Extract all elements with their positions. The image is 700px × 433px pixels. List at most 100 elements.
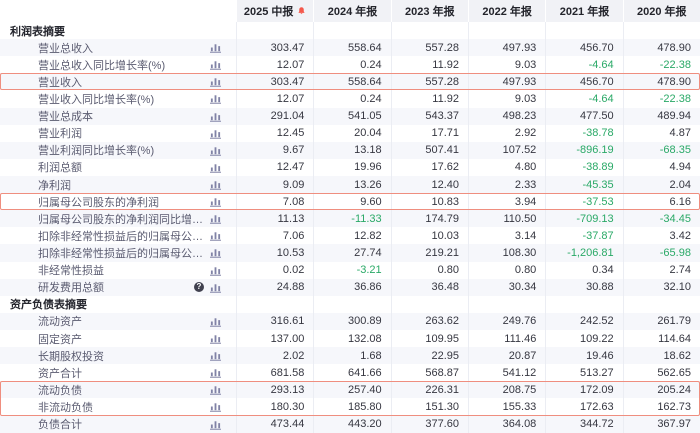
value-cell: 22.95 — [391, 347, 468, 364]
bar-chart-icon[interactable] — [210, 93, 221, 104]
bar-chart-icon[interactable] — [210, 265, 221, 276]
value-cell: 557.28 — [391, 73, 468, 90]
value-cell: 17.62 — [391, 159, 468, 176]
table-row: 流动资产316.61300.89263.62249.76242.52261.79 — [0, 313, 700, 330]
value-cell: 0.80 — [468, 262, 545, 279]
value-cell: 30.88 — [545, 279, 622, 296]
row-label: 扣除非经常性损益后的归属母公司股东净利润 — [38, 228, 204, 244]
row-label: 研发费用总额 — [38, 279, 104, 295]
value-cell: 219.21 — [391, 244, 468, 261]
value-cell: 477.50 — [545, 108, 622, 125]
value-cell: 4.94 — [623, 159, 700, 176]
value-cell: 456.70 — [545, 39, 622, 56]
help-icon[interactable]: ? — [194, 282, 204, 292]
bar-chart-icon[interactable] — [210, 111, 221, 122]
row-icons — [210, 196, 221, 207]
row-label-cell: 扣除非经常性损益后的归属母公司股东净利润同比增... — [0, 244, 236, 261]
value-cell: 180.30 — [236, 398, 313, 415]
value-cell: 558.64 — [313, 39, 390, 56]
bar-chart-icon[interactable] — [210, 42, 221, 53]
value-cell: -22.38 — [623, 90, 700, 107]
value-cell: 1.68 — [313, 347, 390, 364]
value-cell: 543.37 — [391, 108, 468, 125]
table-row: 负债合计473.44443.20377.60364.08344.72367.97 — [0, 416, 700, 433]
row-icons — [210, 316, 221, 327]
value-cell: 107.52 — [468, 142, 545, 159]
section-title: 资产负债表摘要 — [10, 296, 87, 312]
table-row: 营业利润同比增长率(%)9.6713.18507.41107.52-896.19… — [0, 142, 700, 159]
table-row: 营业收入303.47558.64557.28497.93456.70478.90 — [0, 73, 700, 90]
value-cell: 456.70 — [545, 73, 622, 90]
table-row: 营业利润12.4520.0417.712.92-38.784.87 — [0, 125, 700, 142]
value-cell: 20.04 — [313, 125, 390, 142]
section-header-row: 利润表摘要 — [0, 22, 700, 39]
value-cell: -45.35 — [545, 176, 622, 193]
value-cell: 2.02 — [236, 347, 313, 364]
value-cell: -709.13 — [545, 210, 622, 227]
bar-chart-icon[interactable] — [210, 384, 221, 395]
value-cell: 174.79 — [391, 210, 468, 227]
value-cell: 172.63 — [545, 398, 622, 415]
bar-chart-icon[interactable] — [210, 128, 221, 139]
value-cell: 473.44 — [236, 416, 313, 433]
bar-chart-icon[interactable] — [210, 230, 221, 241]
bar-chart-icon[interactable] — [210, 350, 221, 361]
value-cell: 293.13 — [236, 381, 313, 398]
bar-chart-icon[interactable] — [210, 282, 221, 293]
row-icons — [210, 179, 221, 190]
bar-chart-icon[interactable] — [210, 419, 221, 430]
value-cell: 18.62 — [623, 347, 700, 364]
value-cell: 19.46 — [545, 347, 622, 364]
value-cell: 364.08 — [468, 416, 545, 433]
bar-chart-icon[interactable] — [210, 59, 221, 70]
bar-chart-icon[interactable] — [210, 333, 221, 344]
empty-cell — [623, 296, 700, 313]
value-cell: 541.05 — [313, 108, 390, 125]
empty-cell — [391, 296, 468, 313]
table-row: 归属母公司股东的净利润同比增长率(%)11.13-11.33174.79110.… — [0, 210, 700, 227]
row-label: 长期股权投资 — [38, 348, 104, 364]
bar-chart-icon[interactable] — [210, 145, 221, 156]
value-cell: 0.80 — [391, 262, 468, 279]
bar-chart-icon[interactable] — [210, 196, 221, 207]
value-cell: 172.09 — [545, 381, 622, 398]
row-label-cell: 营业利润 — [0, 125, 236, 142]
bar-chart-icon[interactable] — [210, 367, 221, 378]
value-cell: 2.04 — [623, 176, 700, 193]
bar-chart-icon[interactable] — [210, 401, 221, 412]
value-cell: -38.78 — [545, 125, 622, 142]
value-cell: 108.30 — [468, 244, 545, 261]
value-cell: 9.67 — [236, 142, 313, 159]
row-label-cell: 净利润 — [0, 176, 236, 193]
value-cell: 367.97 — [623, 416, 700, 433]
bar-chart-icon[interactable] — [210, 162, 221, 173]
row-label: 营业收入同比增长率(%) — [38, 91, 154, 107]
empty-cell — [313, 22, 390, 39]
value-cell: 12.07 — [236, 56, 313, 73]
column-header-label: 2020 年报 — [637, 3, 687, 19]
value-cell: 20.87 — [468, 347, 545, 364]
bar-chart-icon[interactable] — [210, 247, 221, 258]
value-cell: -896.19 — [545, 142, 622, 159]
value-cell: 9.03 — [468, 56, 545, 73]
bar-chart-icon[interactable] — [210, 179, 221, 190]
bar-chart-icon[interactable] — [210, 316, 221, 327]
empty-cell — [468, 296, 545, 313]
row-icons — [210, 145, 221, 156]
value-cell: -11.33 — [313, 210, 390, 227]
value-cell: 151.30 — [391, 398, 468, 415]
value-cell: -68.35 — [623, 142, 700, 159]
row-label-cell: 流动负债 — [0, 381, 236, 398]
row-label-cell: 营业总成本 — [0, 108, 236, 125]
table-row: 非流动负债180.30185.80151.30155.33172.63162.7… — [0, 398, 700, 415]
empty-cell — [545, 22, 622, 39]
value-cell: 12.47 — [236, 159, 313, 176]
value-cell: 443.20 — [313, 416, 390, 433]
value-cell: 558.64 — [313, 73, 390, 90]
row-icons — [210, 350, 221, 361]
value-cell: 155.33 — [468, 398, 545, 415]
header-spacer-cell — [0, 0, 236, 22]
column-header-label: 2021 年报 — [560, 3, 610, 19]
bar-chart-icon[interactable] — [210, 213, 221, 224]
bar-chart-icon[interactable] — [210, 76, 221, 87]
